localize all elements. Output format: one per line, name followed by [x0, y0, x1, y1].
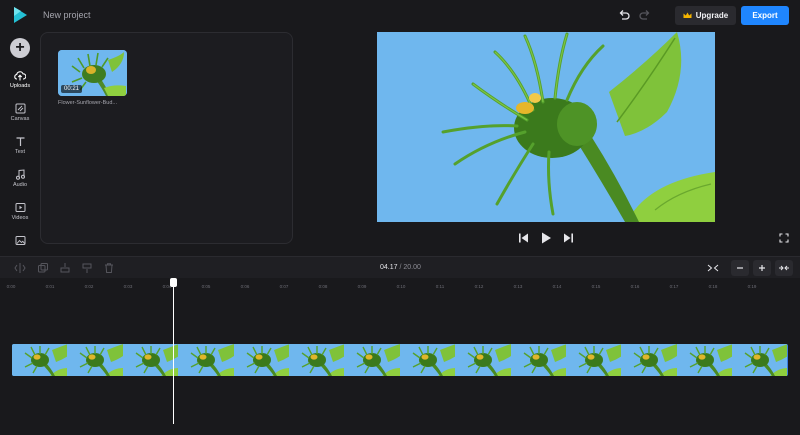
ruler-tick-label: 0:03: [123, 284, 133, 289]
ruler-tick-label: 0:00: [6, 284, 16, 289]
crown-icon: [683, 12, 692, 18]
sidebar-item-uploads[interactable]: Uploads: [0, 70, 40, 89]
undo-icon[interactable]: [617, 8, 631, 22]
current-time: 04.17: [380, 264, 398, 271]
sidebar-item-label: Audio: [12, 182, 28, 188]
cloud-upload-icon: [14, 71, 26, 81]
media-item-thumbnail[interactable]: 00:21: [58, 50, 127, 96]
sidebar-item-label: Videos: [11, 215, 29, 221]
expand-timeline-button[interactable]: [775, 260, 793, 276]
filmstrip-frame: [399, 344, 456, 376]
image-icon: [15, 236, 25, 245]
media-duration-badge: 00:21: [61, 85, 83, 93]
canvas-icon: [15, 103, 25, 114]
ruler-tick-label: 0:18: [708, 284, 718, 289]
zoom-out-button[interactable]: [731, 260, 749, 276]
plus-icon: [759, 265, 765, 271]
ruler-tick-label: 0:17: [669, 284, 679, 289]
arrows-collapse-icon: [779, 265, 789, 271]
redo-icon[interactable]: [638, 8, 652, 22]
ruler-tick-label: 0:12: [474, 284, 484, 289]
ruler-tick-label: 0:19: [747, 284, 757, 289]
skip-forward-icon[interactable]: [563, 232, 574, 244]
trim-end-icon[interactable]: [81, 262, 93, 274]
time-display: 04.17 / 20.00: [380, 264, 421, 271]
music-note-icon: [15, 169, 25, 180]
filmstrip-frame: [732, 344, 788, 376]
filmstrip-frame: [676, 344, 733, 376]
sidebar-item-videos[interactable]: Videos: [0, 202, 40, 221]
play-icon[interactable]: [540, 232, 552, 244]
filmstrip-frame: [178, 344, 234, 376]
upgrade-label: Upgrade: [695, 11, 729, 20]
ruler-tick-label: 0:08: [318, 284, 328, 289]
ruler-tick-label: 0:16: [630, 284, 640, 289]
total-time: 20.00: [403, 264, 421, 271]
sidebar-item-label: Canvas: [10, 116, 30, 122]
filmstrip-frame: [565, 344, 622, 376]
media-item-name: Flower-Sunflower-Bud...: [58, 100, 117, 106]
ruler-tick-label: 0:07: [279, 284, 289, 289]
ruler-tick-label: 0:11: [435, 284, 445, 289]
ruler-tick-label: 0:06: [240, 284, 250, 289]
sidebar-item-audio[interactable]: Audio: [0, 169, 40, 188]
timeline-ruler[interactable]: 0:00 0:01 0:02 0:03 0:04 0:05 0:06 0:07 0:08 0:09…: [0, 278, 800, 298]
media-library-panel: 00:21 Flower-Sunflower-Bud...: [40, 32, 293, 244]
top-bar: New project Upgrade Export: [0, 0, 800, 32]
zoom-in-button[interactable]: [753, 260, 771, 276]
project-title[interactable]: New project: [43, 10, 91, 20]
minus-icon: [737, 267, 743, 269]
export-button[interactable]: Export: [741, 6, 789, 25]
filmstrip-frame: [288, 344, 345, 376]
delete-icon[interactable]: [103, 262, 115, 274]
filmstrip-frame: [67, 344, 123, 376]
sidebar-item-text[interactable]: Text: [0, 136, 40, 155]
ruler-tick-label: 0:13: [513, 284, 523, 289]
sunflower-preview-image: [377, 32, 715, 222]
trim-start-icon[interactable]: [59, 262, 71, 274]
sidebar-item-images[interactable]: [0, 235, 40, 248]
ruler-tick-label: 0:15: [591, 284, 601, 289]
fullscreen-icon[interactable]: [779, 233, 789, 243]
ruler-tick-label: 0:09: [357, 284, 367, 289]
filmstrip-frame: [233, 344, 289, 376]
duplicate-icon[interactable]: [37, 262, 49, 274]
app-logo-icon[interactable]: [12, 6, 28, 24]
time-separator: /: [399, 264, 402, 271]
upgrade-button[interactable]: Upgrade: [675, 6, 736, 25]
filmstrip-frame: [12, 344, 68, 376]
add-media-button[interactable]: +: [10, 38, 30, 58]
filmstrip-frame: [510, 344, 566, 376]
left-sidebar: + Uploads Canvas Text Audio Videos: [0, 32, 40, 252]
ruler-tick-label: 0:10: [396, 284, 406, 289]
filmstrip-frame: [122, 344, 179, 376]
ruler-tick-label: 0:01: [45, 284, 55, 289]
filmstrip-frame: [344, 344, 400, 376]
timeline-toolbar: 04.17 / 20.00: [0, 256, 800, 278]
video-icon: [15, 203, 25, 212]
split-icon[interactable]: [14, 262, 26, 274]
text-icon: [16, 137, 24, 146]
ruler-tick-label: 0:02: [84, 284, 94, 289]
sidebar-item-label: Uploads: [9, 83, 31, 89]
playhead-line[interactable]: [173, 284, 174, 424]
video-track-clip[interactable]: [12, 344, 788, 376]
fit-timeline-icon[interactable]: [707, 262, 719, 274]
ruler-tick-label: 0:14: [552, 284, 562, 289]
video-preview[interactable]: [377, 32, 715, 222]
skip-back-icon[interactable]: [518, 232, 529, 244]
playhead-handle[interactable]: [170, 278, 177, 287]
ruler-tick-label: 0:05: [201, 284, 211, 289]
sidebar-item-canvas[interactable]: Canvas: [0, 103, 40, 122]
filmstrip-frame: [621, 344, 677, 376]
sidebar-item-label: Text: [14, 149, 26, 155]
filmstrip-frame: [455, 344, 511, 376]
